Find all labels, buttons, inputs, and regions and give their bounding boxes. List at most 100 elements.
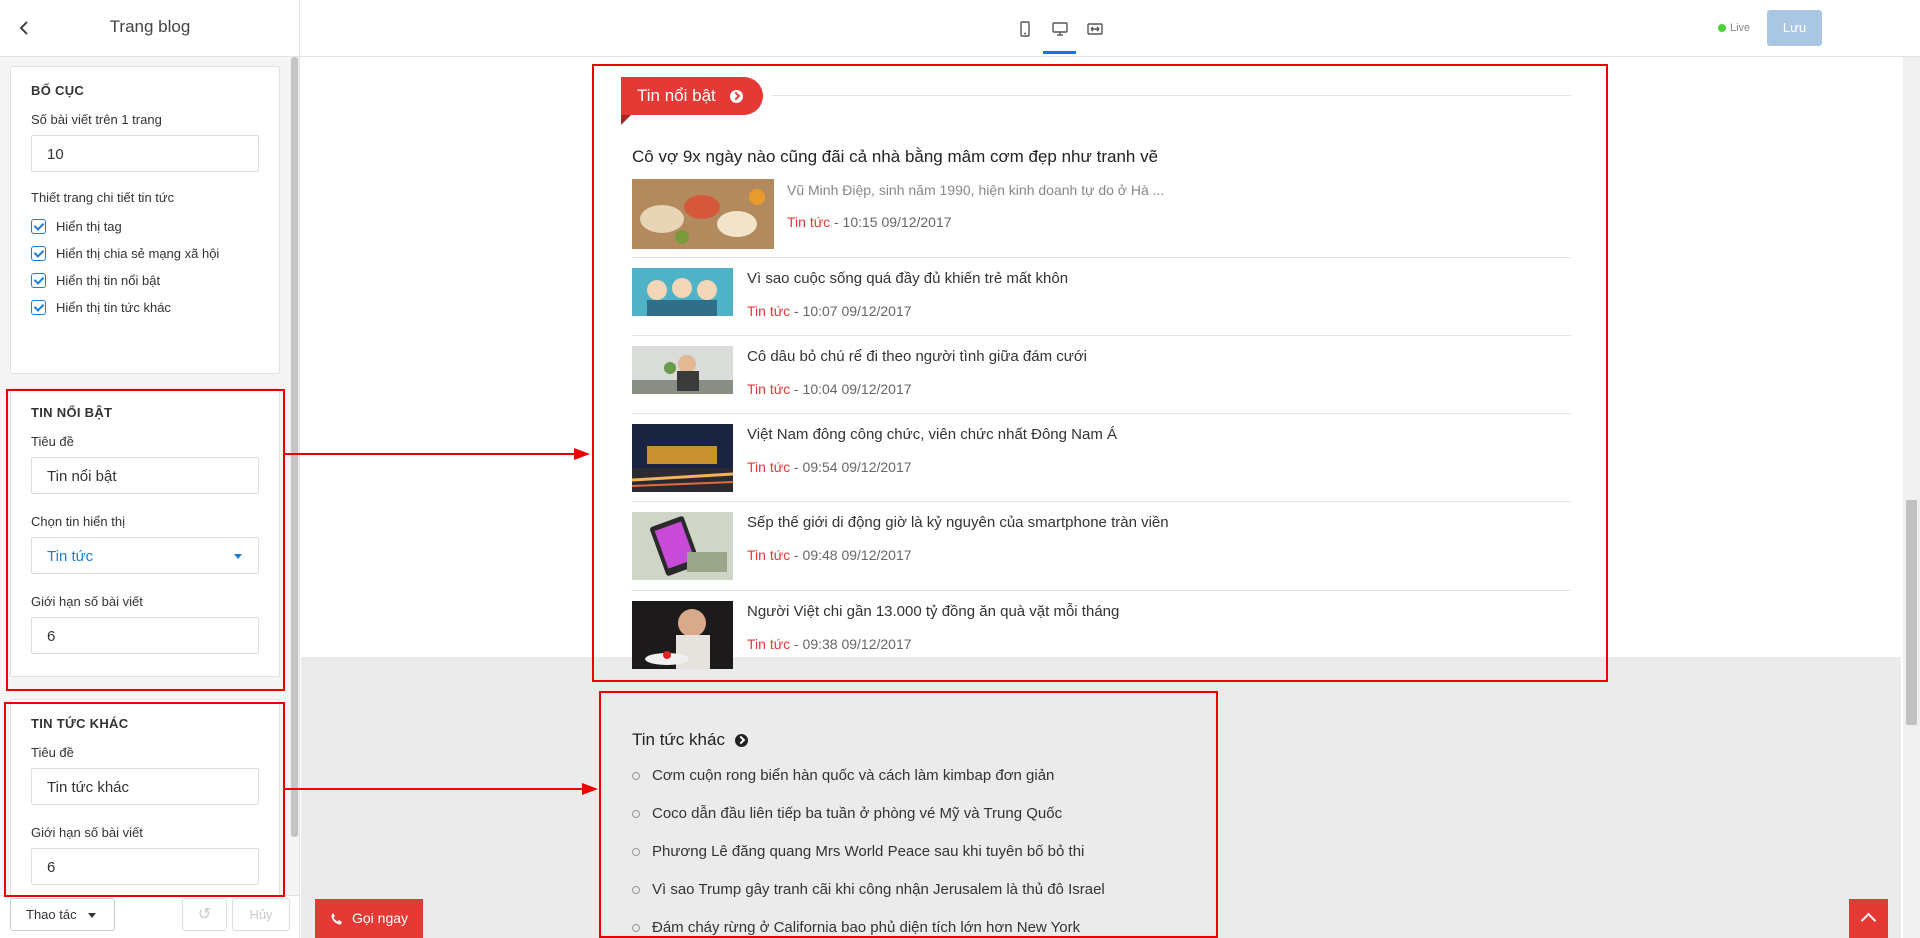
mobile-icon: [1019, 21, 1030, 37]
bullet-icon: [632, 771, 640, 780]
save-button[interactable]: Lưu: [1767, 10, 1822, 46]
list-item[interactable]: Vì sao cuộc sống quá đầy đủ khiến trẻ mấ…: [632, 257, 1571, 335]
article-time: - 09:54 09/12/2017: [793, 459, 912, 475]
sidebar-scrollbar[interactable]: [290, 57, 299, 837]
article-meta: Tin tức - 10:07 09/12/2017: [747, 303, 912, 319]
sidebar-footer: Thao tác ↺ Hủy: [0, 895, 300, 938]
live-label: Live: [1730, 22, 1751, 34]
live-dot-icon: [1718, 24, 1726, 32]
article-category-link[interactable]: Tin tức: [747, 459, 790, 475]
list-item[interactable]: Người Việt chi gần 13.000 tỷ đồng ăn quà…: [632, 590, 1571, 670]
featured-limit-input[interactable]: 6: [31, 617, 259, 654]
featured-card: TIN NỔI BẬT Tiêu đề Tin nổi bật Chọn tin…: [10, 388, 280, 677]
live-status: Live: [1718, 22, 1750, 34]
other-news-item[interactable]: Phương Lê đăng quang Mrs World Peace sau…: [632, 843, 1084, 860]
other-news-link[interactable]: Vì sao Trump gây tranh cãi khi công nhận…: [652, 881, 1105, 898]
detail-label: Thiết trang chi tiết tin tức: [31, 190, 175, 205]
fullwidth-view-button[interactable]: [1082, 18, 1107, 40]
other-news-item[interactable]: Cơm cuộn rong biển hàn quốc và cách làm …: [632, 767, 1054, 784]
chevron-circle-right-icon: [729, 89, 743, 103]
article-thumbnail: [632, 424, 733, 492]
list-item[interactable]: Sếp thế giới di động giờ là kỷ nguyên củ…: [632, 501, 1571, 590]
article-category-link[interactable]: Tin tức: [787, 214, 830, 230]
other-news-item[interactable]: Vì sao Trump gây tranh cãi khi công nhận…: [632, 881, 1105, 898]
other-title-input[interactable]: Tin tức khác: [31, 768, 259, 805]
article-time: - 10:07 09/12/2017: [793, 303, 912, 319]
article-time: - 09:38 09/12/2017: [793, 636, 912, 652]
checkbox-checked-icon: [31, 219, 46, 234]
preview-scrollbar[interactable]: [1903, 57, 1920, 938]
article-category-link[interactable]: Tin tức: [747, 636, 790, 652]
scroll-to-top-button[interactable]: [1849, 899, 1888, 938]
article-meta: Tin tức - 09:54 09/12/2017: [747, 459, 912, 475]
featured-heading: TIN NỔI BẬT: [31, 405, 113, 420]
other-news-link[interactable]: Phương Lê đăng quang Mrs World Peace sau…: [652, 843, 1084, 860]
list-item[interactable]: Cô dâu bỏ chú rể đi theo người tình giữa…: [632, 335, 1571, 413]
show-tag-checkbox[interactable]: Hiển thị tag: [31, 219, 259, 234]
undo-button[interactable]: ↺: [182, 898, 227, 931]
checkbox-label: Hiển thị tag: [56, 219, 122, 234]
list-item[interactable]: Việt Nam đông công chức, viên chức nhất …: [632, 413, 1571, 501]
lead-article-meta: Tin tức - 10:15 09/12/2017: [787, 214, 952, 230]
other-news-title[interactable]: Tin tức khác: [632, 730, 748, 750]
article-category-link[interactable]: Tin tức: [747, 381, 790, 397]
article-time: - 10:15 09/12/2017: [833, 214, 952, 230]
checkbox-checked-icon: [31, 300, 46, 315]
lead-article-image[interactable]: [632, 179, 774, 249]
other-title-label: Tiêu đề: [31, 745, 74, 760]
device-switcher: [1012, 18, 1107, 54]
article-title[interactable]: Vì sao cuộc sống quá đầy đủ khiến trẻ mấ…: [747, 270, 1068, 287]
article-time: - 10:04 09/12/2017: [793, 381, 912, 397]
lead-article-title[interactable]: Cô vợ 9x ngày nào cũng đãi cả nhà bằng m…: [632, 147, 1158, 167]
call-now-label: Gọi ngay: [352, 910, 409, 926]
featured-category-select[interactable]: Tin tức: [31, 537, 259, 574]
other-limit-label: Giới hạn số bài viết: [31, 825, 143, 840]
featured-limit-label: Giới hạn số bài viết: [31, 594, 143, 609]
mobile-view-button[interactable]: [1012, 18, 1037, 40]
featured-title-input[interactable]: Tin nổi bật: [31, 457, 259, 494]
other-news-card: TIN TỨC KHÁC Tiêu đề Tin tức khác Giới h…: [10, 699, 280, 895]
article-category-link[interactable]: Tin tức: [747, 547, 790, 563]
other-limit-input[interactable]: 6: [31, 848, 259, 885]
show-other-checkbox[interactable]: Hiển thị tin tức khác: [31, 300, 259, 315]
bullet-icon: [632, 885, 640, 894]
article-title[interactable]: Người Việt chi gần 13.000 tỷ đồng ăn quà…: [747, 603, 1119, 620]
article-meta: Tin tức - 09:48 09/12/2017: [747, 547, 912, 563]
featured-title-label: Tiêu đề: [31, 434, 74, 449]
other-news-item[interactable]: Coco dẫn đầu liên tiếp ba tuần ở phòng v…: [632, 805, 1062, 822]
layout-card: BỐ CỤC Số bài viết trên 1 trang 10 Thiết…: [10, 66, 280, 374]
checkbox-checked-icon: [31, 246, 46, 261]
desktop-view-button[interactable]: [1043, 18, 1076, 54]
layout-heading: BỐ CỤC: [31, 83, 85, 98]
scrollbar-thumb[interactable]: [291, 57, 298, 837]
other-news-link[interactable]: Cơm cuộn rong biển hàn quốc và cách làm …: [652, 767, 1054, 784]
article-thumbnail: [632, 346, 733, 394]
show-featured-checkbox[interactable]: Hiển thị tin nổi bật: [31, 273, 259, 288]
lead-article-excerpt: Vũ Minh Điệp, sinh năm 1990, hiện kinh d…: [787, 182, 1165, 198]
other-news-title-text: Tin tức khác: [632, 730, 725, 749]
article-title[interactable]: Việt Nam đông công chức, viên chức nhất …: [747, 426, 1117, 443]
checkbox-checked-icon: [31, 273, 46, 288]
show-share-checkbox[interactable]: Hiển thị chia sẻ mạng xã hội: [31, 246, 259, 261]
actions-dropdown[interactable]: Thao tác: [10, 898, 115, 931]
other-news-item[interactable]: Đám cháy rừng ở California bao phủ diện …: [632, 919, 1080, 936]
settings-sidebar: BỐ CỤC Số bài viết trên 1 trang 10 Thiết…: [0, 57, 300, 895]
page-title: Trang blog: [109, 17, 191, 36]
call-now-button[interactable]: Gọi ngay: [315, 899, 423, 938]
article-title[interactable]: Sếp thế giới di động giờ là kỷ nguyên củ…: [747, 514, 1169, 531]
article-category-link[interactable]: Tin tức: [747, 303, 790, 319]
article-title[interactable]: Cô dâu bỏ chú rể đi theo người tình giữa…: [747, 348, 1087, 365]
phone-icon: [331, 912, 342, 924]
checkbox-label: Hiển thị tin tức khác: [56, 300, 171, 315]
other-heading: TIN TỨC KHÁC: [31, 716, 129, 731]
other-news-link[interactable]: Coco dẫn đầu liên tiếp ba tuần ở phòng v…: [652, 805, 1062, 822]
featured-tab[interactable]: Tin nổi bật: [621, 77, 763, 115]
undo-icon: ↺: [197, 906, 212, 923]
other-news-link[interactable]: Đám cháy rừng ở California bao phủ diện …: [652, 919, 1080, 936]
cancel-button[interactable]: Hủy: [232, 898, 290, 931]
preview-canvas: Tin nổi bật Cô vợ 9x ngày nào cũng đãi c…: [301, 57, 1901, 938]
article-meta: Tin tức - 10:04 09/12/2017: [747, 381, 912, 397]
article-meta: Tin tức - 09:38 09/12/2017: [747, 636, 912, 652]
scrollbar-thumb[interactable]: [1906, 500, 1917, 725]
posts-per-page-input[interactable]: 10: [31, 135, 259, 172]
